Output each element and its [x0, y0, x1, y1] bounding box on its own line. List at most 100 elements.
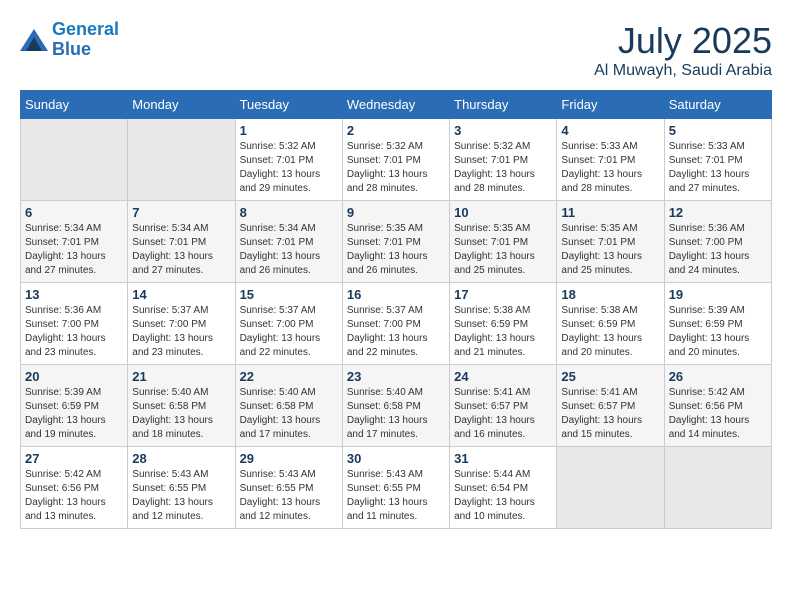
day-info: Sunrise: 5:40 AM Sunset: 6:58 PM Dayligh… [347, 386, 445, 442]
calendar-cell: 19 Sunrise: 5:39 AM Sunset: 6:59 PM Dayli… [664, 283, 771, 365]
day-info: Sunrise: 5:41 AM Sunset: 6:57 PM Dayligh… [454, 386, 552, 442]
day-info: Sunrise: 5:32 AM Sunset: 7:01 PM Dayligh… [454, 140, 552, 196]
day-info: Sunrise: 5:38 AM Sunset: 6:59 PM Dayligh… [454, 304, 552, 360]
day-number: 8 [240, 205, 338, 220]
weekday-header-monday: Monday [128, 91, 235, 119]
day-info: Sunrise: 5:38 AM Sunset: 6:59 PM Dayligh… [561, 304, 659, 360]
day-info: Sunrise: 5:39 AM Sunset: 6:59 PM Dayligh… [25, 386, 123, 442]
calendar-cell: 31Sunrise: 5:44 AM Sunset: 6:54 PM Dayli… [450, 447, 557, 529]
day-number: 14 [132, 287, 230, 302]
day-info: Sunrise: 5:40 AM Sunset: 6:58 PM Dayligh… [240, 386, 338, 442]
calendar-cell: 8 Sunrise: 5:34 AM Sunset: 7:01 PM Daylig… [235, 201, 342, 283]
day-number: 12 [669, 205, 767, 220]
calendar-cell: 26 Sunrise: 5:42 AM Sunset: 6:56 PM Dayli… [664, 365, 771, 447]
calendar-cell: 24Sunrise: 5:41 AM Sunset: 6:57 PM Dayli… [450, 365, 557, 447]
day-number: 26 [669, 369, 767, 384]
day-number: 18 [561, 287, 659, 302]
day-number: 13 [25, 287, 123, 302]
weekday-header-sunday: Sunday [21, 91, 128, 119]
day-info: Sunrise: 5:42 AM Sunset: 6:56 PM Dayligh… [669, 386, 767, 442]
day-info: Sunrise: 5:40 AM Sunset: 6:58 PM Dayligh… [132, 386, 230, 442]
day-info: Sunrise: 5:34 AM Sunset: 7:01 PM Dayligh… [25, 222, 123, 278]
weekday-header-friday: Friday [557, 91, 664, 119]
location-subtitle: Al Muwayh, Saudi Arabia [594, 62, 772, 80]
calendar-cell: 14Sunrise: 5:37 AM Sunset: 7:00 PM Dayli… [128, 283, 235, 365]
calendar-week-row: 13Sunrise: 5:36 AM Sunset: 7:00 PM Dayli… [21, 283, 772, 365]
calendar-cell: 3 Sunrise: 5:32 AM Sunset: 7:01 PM Daylig… [450, 119, 557, 201]
day-info: Sunrise: 5:35 AM Sunset: 7:01 PM Dayligh… [347, 222, 445, 278]
calendar-cell: 16 Sunrise: 5:37 AM Sunset: 7:00 PM Dayli… [342, 283, 449, 365]
logo-text: General Blue [52, 20, 119, 60]
day-number: 15 [240, 287, 338, 302]
day-number: 5 [669, 123, 767, 138]
day-number: 21 [132, 369, 230, 384]
day-number: 16 [347, 287, 445, 302]
calendar-week-row: 1 Sunrise: 5:32 AM Sunset: 7:01 PM Daylig… [21, 119, 772, 201]
calendar-week-row: 20 Sunrise: 5:39 AM Sunset: 6:59 PM Dayli… [21, 365, 772, 447]
day-info: Sunrise: 5:34 AM Sunset: 7:01 PM Dayligh… [240, 222, 338, 278]
calendar-cell: 22 Sunrise: 5:40 AM Sunset: 6:58 PM Dayli… [235, 365, 342, 447]
calendar-cell: 15 Sunrise: 5:37 AM Sunset: 7:00 PM Dayli… [235, 283, 342, 365]
calendar-cell: 1 Sunrise: 5:32 AM Sunset: 7:01 PM Daylig… [235, 119, 342, 201]
weekday-header-saturday: Saturday [664, 91, 771, 119]
calendar-cell: 30 Sunrise: 5:43 AM Sunset: 6:55 PM Dayli… [342, 447, 449, 529]
day-info: Sunrise: 5:33 AM Sunset: 7:01 PM Dayligh… [669, 140, 767, 196]
day-number: 28 [132, 451, 230, 466]
day-info: Sunrise: 5:33 AM Sunset: 7:01 PM Dayligh… [561, 140, 659, 196]
day-number: 10 [454, 205, 552, 220]
day-number: 11 [561, 205, 659, 220]
day-info: Sunrise: 5:37 AM Sunset: 7:00 PM Dayligh… [347, 304, 445, 360]
day-number: 25 [561, 369, 659, 384]
calendar-cell: 20 Sunrise: 5:39 AM Sunset: 6:59 PM Dayli… [21, 365, 128, 447]
day-info: Sunrise: 5:32 AM Sunset: 7:01 PM Dayligh… [240, 140, 338, 196]
day-info: Sunrise: 5:37 AM Sunset: 7:00 PM Dayligh… [240, 304, 338, 360]
day-number: 30 [347, 451, 445, 466]
day-number: 29 [240, 451, 338, 466]
calendar-cell: 5 Sunrise: 5:33 AM Sunset: 7:01 PM Daylig… [664, 119, 771, 201]
calendar-cell: 23 Sunrise: 5:40 AM Sunset: 6:58 PM Dayli… [342, 365, 449, 447]
day-number: 19 [669, 287, 767, 302]
calendar-cell: 11 Sunrise: 5:35 AM Sunset: 7:01 PM Dayli… [557, 201, 664, 283]
calendar-cell [21, 119, 128, 201]
calendar-cell: 4 Sunrise: 5:33 AM Sunset: 7:01 PM Daylig… [557, 119, 664, 201]
month-title: July 2025 [594, 20, 772, 62]
calendar-cell [557, 447, 664, 529]
day-info: Sunrise: 5:43 AM Sunset: 6:55 PM Dayligh… [347, 468, 445, 524]
calendar-week-row: 6Sunrise: 5:34 AM Sunset: 7:01 PM Daylig… [21, 201, 772, 283]
calendar-cell: 21 Sunrise: 5:40 AM Sunset: 6:58 PM Dayli… [128, 365, 235, 447]
calendar-cell [664, 447, 771, 529]
day-info: Sunrise: 5:32 AM Sunset: 7:01 PM Dayligh… [347, 140, 445, 196]
logo-icon [20, 29, 48, 51]
day-info: Sunrise: 5:35 AM Sunset: 7:01 PM Dayligh… [454, 222, 552, 278]
day-info: Sunrise: 5:34 AM Sunset: 7:01 PM Dayligh… [132, 222, 230, 278]
day-info: Sunrise: 5:41 AM Sunset: 6:57 PM Dayligh… [561, 386, 659, 442]
day-number: 9 [347, 205, 445, 220]
title-block: July 2025 Al Muwayh, Saudi Arabia [594, 20, 772, 80]
day-number: 2 [347, 123, 445, 138]
day-number: 23 [347, 369, 445, 384]
calendar-cell: 13Sunrise: 5:36 AM Sunset: 7:00 PM Dayli… [21, 283, 128, 365]
day-number: 27 [25, 451, 123, 466]
day-number: 1 [240, 123, 338, 138]
calendar-cell: 18 Sunrise: 5:38 AM Sunset: 6:59 PM Dayli… [557, 283, 664, 365]
calendar-cell: 27 Sunrise: 5:42 AM Sunset: 6:56 PM Dayli… [21, 447, 128, 529]
day-number: 22 [240, 369, 338, 384]
day-number: 20 [25, 369, 123, 384]
day-number: 31 [454, 451, 552, 466]
day-info: Sunrise: 5:35 AM Sunset: 7:01 PM Dayligh… [561, 222, 659, 278]
calendar-cell: 6Sunrise: 5:34 AM Sunset: 7:01 PM Daylig… [21, 201, 128, 283]
calendar-cell: 28 Sunrise: 5:43 AM Sunset: 6:55 PM Dayli… [128, 447, 235, 529]
calendar-cell: 12Sunrise: 5:36 AM Sunset: 7:00 PM Dayli… [664, 201, 771, 283]
day-info: Sunrise: 5:39 AM Sunset: 6:59 PM Dayligh… [669, 304, 767, 360]
calendar-week-row: 27 Sunrise: 5:42 AM Sunset: 6:56 PM Dayli… [21, 447, 772, 529]
calendar-cell: 2 Sunrise: 5:32 AM Sunset: 7:01 PM Daylig… [342, 119, 449, 201]
day-info: Sunrise: 5:43 AM Sunset: 6:55 PM Dayligh… [132, 468, 230, 524]
calendar-cell: 29Sunrise: 5:43 AM Sunset: 6:55 PM Dayli… [235, 447, 342, 529]
day-number: 4 [561, 123, 659, 138]
day-number: 17 [454, 287, 552, 302]
day-info: Sunrise: 5:42 AM Sunset: 6:56 PM Dayligh… [25, 468, 123, 524]
day-number: 3 [454, 123, 552, 138]
calendar-cell: 25 Sunrise: 5:41 AM Sunset: 6:57 PM Dayli… [557, 365, 664, 447]
calendar-cell: 7Sunrise: 5:34 AM Sunset: 7:01 PM Daylig… [128, 201, 235, 283]
calendar-cell: 17 Sunrise: 5:38 AM Sunset: 6:59 PM Dayli… [450, 283, 557, 365]
